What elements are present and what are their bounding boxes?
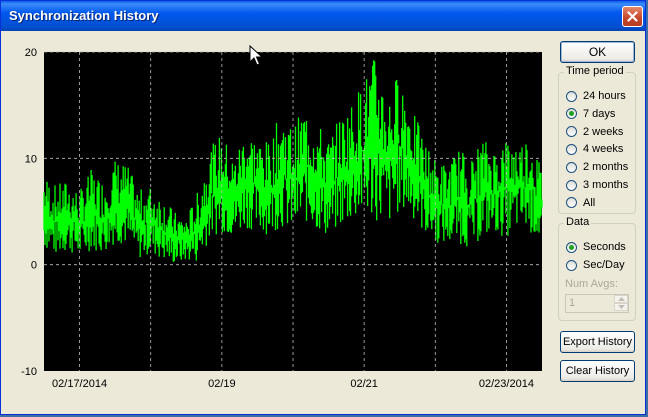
time-period-radio-6[interactable]: All xyxy=(566,196,595,210)
time-period-radio-label: 7 days xyxy=(583,107,616,120)
time-period-radio-label: 2 months xyxy=(583,161,629,174)
spin-up-button[interactable] xyxy=(614,295,628,303)
chevron-up-icon xyxy=(617,297,625,301)
time-period-radio-4[interactable]: 2 months xyxy=(566,160,628,174)
time-period-radio-label: 3 months xyxy=(583,179,629,191)
time-period-radio-label: 4 weeks xyxy=(583,143,624,156)
time-period-group: Time period 24 hours 7 days 2 weeks 4 weeks… xyxy=(558,65,636,214)
export-history-button[interactable]: Export History xyxy=(560,331,635,353)
chevron-down-icon xyxy=(617,305,625,309)
radio-dot xyxy=(566,90,577,102)
x-tick-label: 02/21 xyxy=(350,378,378,390)
clear-history-button[interactable]: Clear History xyxy=(560,360,635,382)
radio-dot xyxy=(566,126,577,138)
y-tick-label: 20 xyxy=(25,47,37,59)
data-radio-label: Sec/Day xyxy=(583,259,625,271)
window-title: Synchronization History xyxy=(9,8,159,23)
data-radio-1[interactable]: Sec/Day xyxy=(566,258,625,272)
time-period-radio-0[interactable]: 24 hours xyxy=(566,89,626,103)
data-radio-0[interactable]: Seconds xyxy=(566,240,626,254)
close-icon xyxy=(627,11,638,22)
history-chart: -10 0 10 20 02/17/2014 02/19 02/21 02/23/2014 xyxy=(21,47,543,390)
y-tick-label: 10 xyxy=(25,153,37,165)
time-period-radio-5[interactable]: 3 months xyxy=(566,178,628,192)
x-tick-label: 02/19 xyxy=(208,378,236,390)
num-avgs-stepper[interactable]: 1 xyxy=(565,294,629,313)
time-period-radio-label: 24 hours xyxy=(583,90,626,102)
time-period-legend: Time period xyxy=(564,65,626,77)
ok-button[interactable]: OK xyxy=(560,41,635,63)
num-avgs-value: 1 xyxy=(569,297,576,309)
mouse-cursor-icon xyxy=(249,45,263,66)
time-period-radio-3[interactable]: 4 weeks xyxy=(566,142,623,156)
radio-dot xyxy=(566,108,577,120)
radio-dot xyxy=(566,161,577,173)
time-period-radio-label: All xyxy=(583,196,596,209)
radio-dot xyxy=(566,197,577,209)
close-button[interactable] xyxy=(622,6,643,27)
time-period-radio-2[interactable]: 2 weeks xyxy=(566,125,623,139)
data-legend: Data xyxy=(564,216,592,228)
radio-dot xyxy=(566,259,577,271)
sync-history-window: Synchronization History -10 0 10 20 02/17/20… xyxy=(0,0,646,415)
radio-dot xyxy=(566,143,577,155)
time-period-radio-1[interactable]: 7 days xyxy=(566,107,615,121)
title-bar[interactable]: Synchronization History xyxy=(1,1,645,31)
num-avgs-label: Num Avgs: xyxy=(565,278,618,290)
time-period-radio-label: 2 weeks xyxy=(583,125,624,138)
radio-dot xyxy=(566,179,577,191)
spin-down-button[interactable] xyxy=(614,303,628,311)
data-radio-label: Seconds xyxy=(583,241,626,253)
y-tick-label: 0 xyxy=(31,260,37,272)
x-tick-label: 02/23/2014 xyxy=(479,378,534,390)
y-tick-label: -10 xyxy=(21,366,37,378)
x-tick-label: 02/17/2014 xyxy=(52,378,107,390)
data-group: Data Seconds Sec/Day Num Avgs: 1 xyxy=(558,216,636,321)
radio-dot xyxy=(566,241,577,253)
